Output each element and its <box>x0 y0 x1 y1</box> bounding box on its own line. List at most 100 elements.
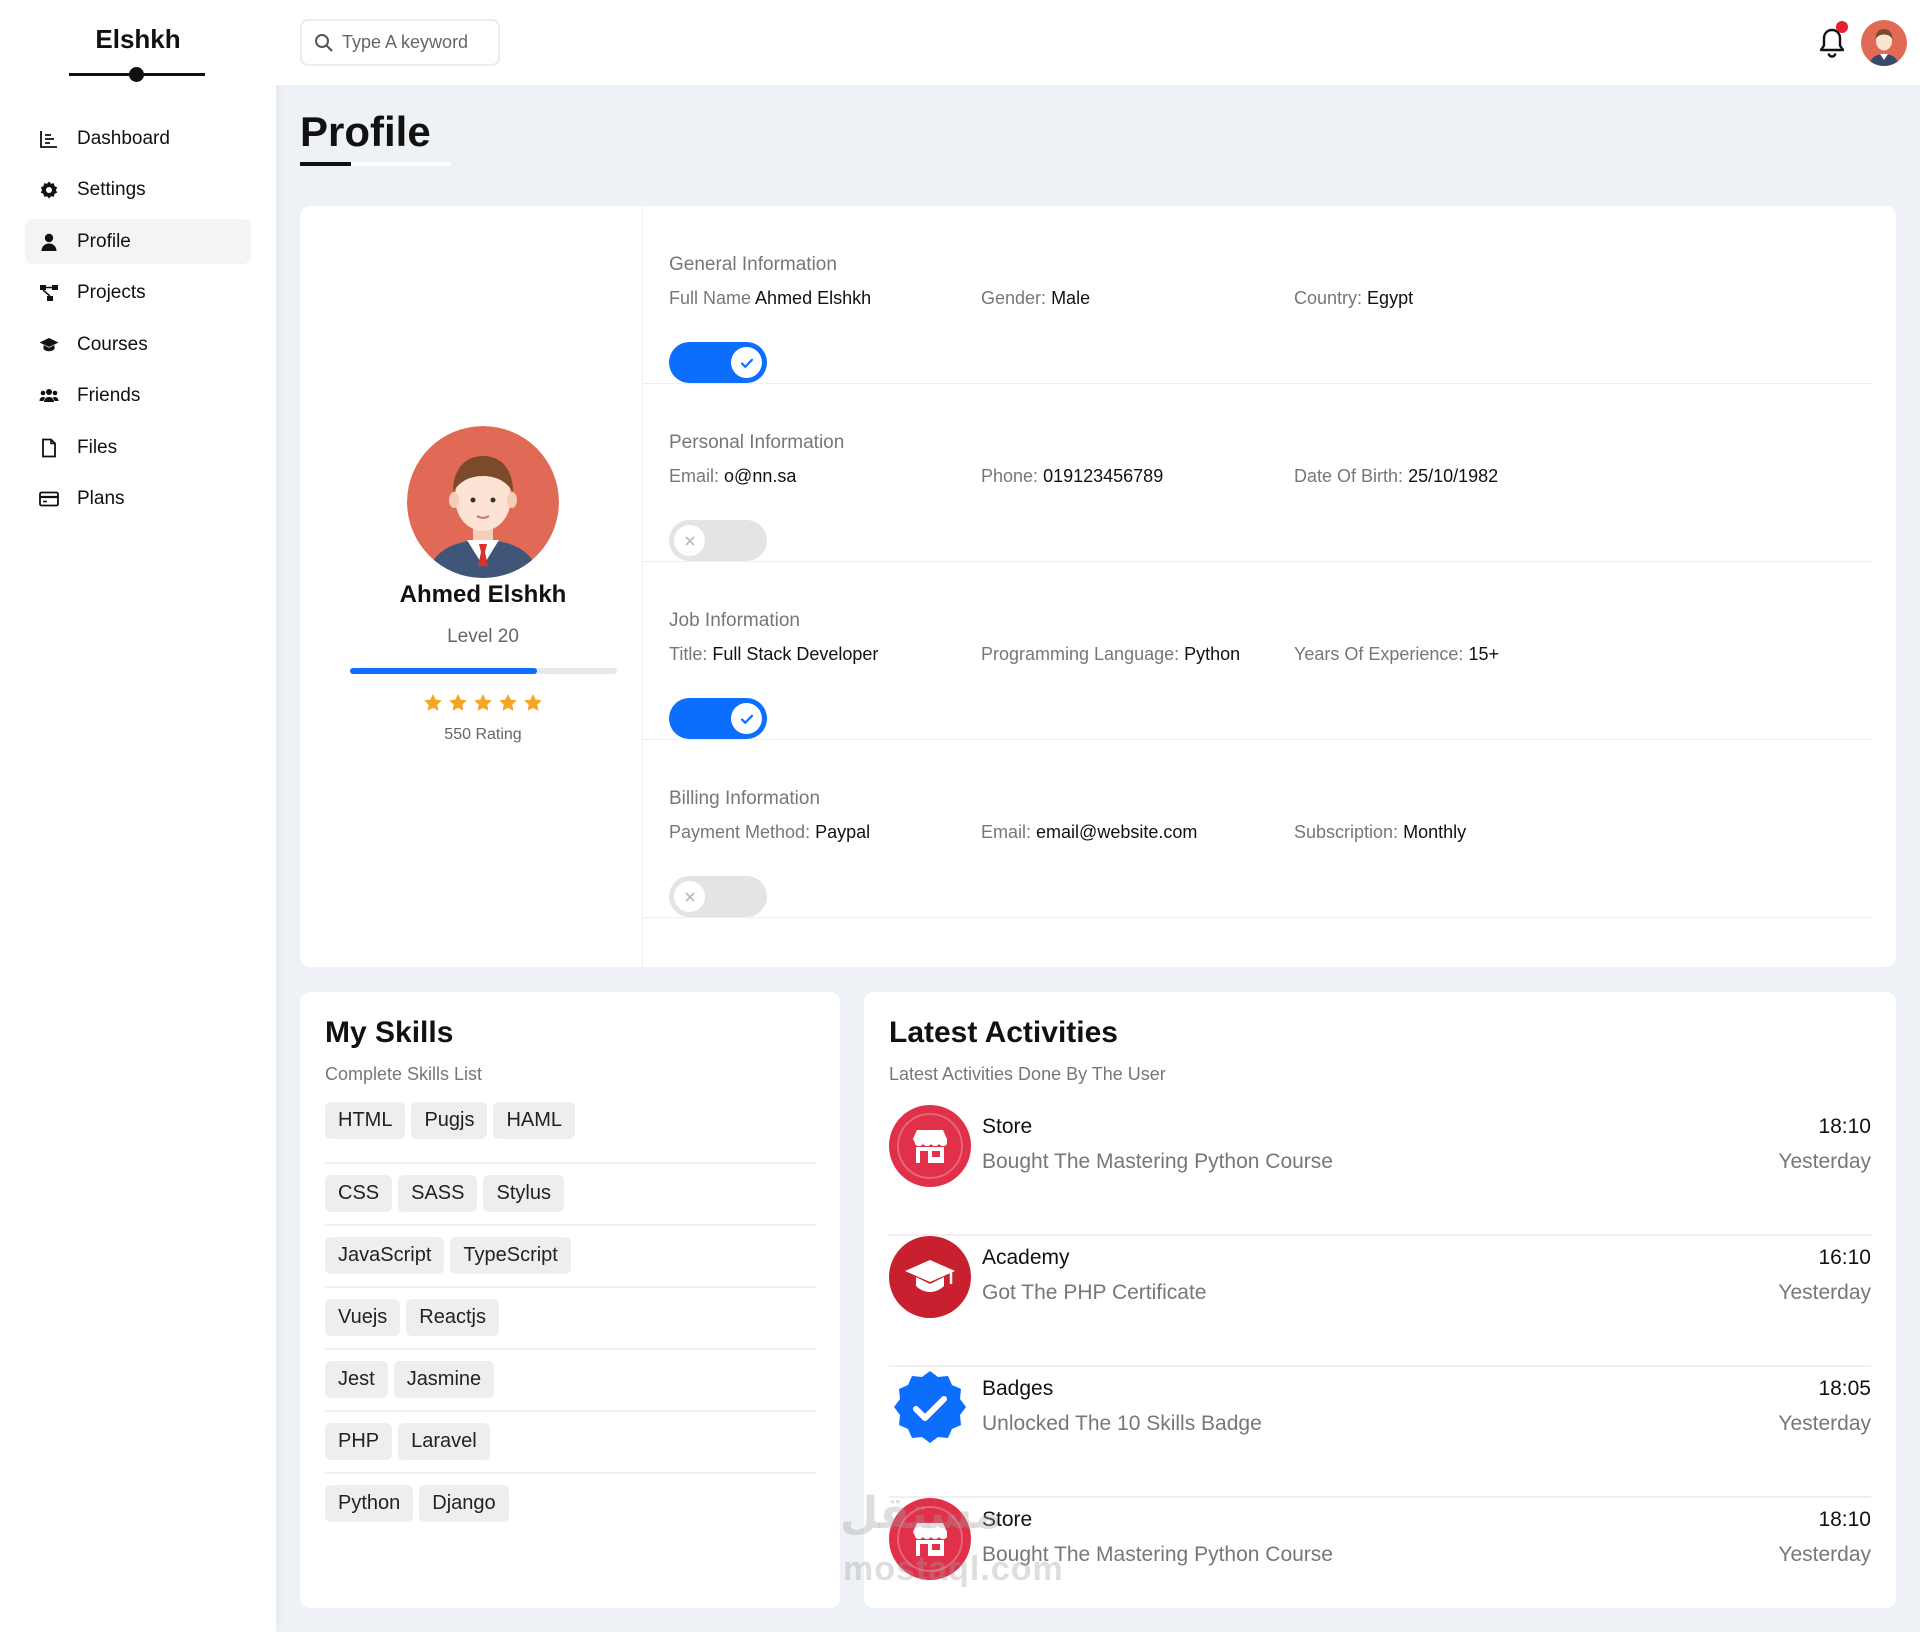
sidebar-item-label: Dashboard <box>77 127 170 149</box>
activities-card: Latest Activities Latest Activities Done… <box>864 992 1896 1608</box>
sidebar-item-friends[interactable]: Friends <box>25 374 251 419</box>
search-box[interactable] <box>300 19 500 66</box>
job-information-toggle[interactable] <box>669 698 767 739</box>
avatar[interactable] <box>1861 20 1907 66</box>
skill-chip: Jasmine <box>393 1361 495 1398</box>
brand-divider-dot <box>129 67 144 82</box>
title-underline-accent <box>300 162 351 166</box>
star-icon <box>498 693 518 718</box>
skill-chip: PHP <box>325 1423 393 1460</box>
activity-item: Store Bought The Mastering Python Course 1… <box>889 1105 1871 1236</box>
skill-chip: Django <box>419 1485 509 1522</box>
diagram-icon <box>39 283 59 303</box>
payment-method-field: Payment Method: Paypal <box>669 822 871 842</box>
check-icon <box>731 703 762 734</box>
check-icon <box>731 347 762 378</box>
skill-chip: Vuejs <box>325 1299 401 1336</box>
skills-row: JavaScript TypeScript <box>325 1226 816 1288</box>
sidebar-item-label: Friends <box>77 385 141 406</box>
skill-chip: Reactjs <box>406 1299 499 1336</box>
store-icon <box>889 1105 971 1187</box>
skills-row: Vuejs Reactjs <box>325 1288 816 1350</box>
sidebar-item-dashboard[interactable]: Dashboard <box>25 116 251 161</box>
skills-row: CSS SASS Stylus <box>325 1164 816 1226</box>
sidebar: Elshkh Dashboard Settings Profile Projec <box>0 0 276 1632</box>
x-icon <box>674 881 705 912</box>
star-icon <box>423 693 443 718</box>
activity-time: 18:10 <box>1818 1508 1871 1531</box>
profile-summary: Ahmed Elshkh Level 20 550 Rating <box>300 206 642 967</box>
topbar <box>276 0 1920 85</box>
phone-field: Phone: 019123456789 <box>981 466 1164 486</box>
gear-icon <box>39 180 59 200</box>
user-icon <box>39 232 59 252</box>
activity-time: 18:10 <box>1818 1115 1871 1138</box>
skill-chip: Laravel <box>398 1423 490 1460</box>
activity-item: Academy Got The PHP Certificate 16:10 Yeste… <box>889 1236 1871 1367</box>
activity-day: Yesterday <box>1778 1412 1871 1435</box>
activity-title: Academy <box>982 1246 1070 1269</box>
activity-description: Got The PHP Certificate <box>982 1281 1207 1304</box>
sidebar-item-label: Projects <box>77 282 146 303</box>
level-progress-bar <box>350 668 617 674</box>
sidebar-nav: Dashboard Settings Profile Projects Cour… <box>25 116 251 528</box>
sidebar-item-projects[interactable]: Projects <box>25 271 251 316</box>
graduation-cap-icon <box>39 335 59 355</box>
email-field: Email: o@nn.sa <box>669 466 797 486</box>
general-information-section: General Information Full Name Ahmed Elsh… <box>643 206 1873 384</box>
verified-badge-icon <box>889 1367 971 1449</box>
sidebar-item-label: Profile <box>77 230 131 252</box>
profile-card: Ahmed Elshkh Level 20 550 Rating General… <box>300 206 1896 967</box>
skills-row: Python Django <box>325 1474 816 1536</box>
x-icon <box>674 525 705 556</box>
section-title: Job Information <box>669 610 800 631</box>
date-of-birth-field: Date Of Birth: 25/10/1982 <box>1294 466 1499 486</box>
billing-information-section: Billing Information Payment Method: Payp… <box>643 740 1873 918</box>
brand-logo: Elshkh <box>95 24 181 54</box>
star-icon <box>523 693 543 718</box>
skills-title: My Skills <box>325 1016 454 1049</box>
personal-information-toggle[interactable] <box>669 520 767 561</box>
activity-time: 18:05 <box>1818 1377 1871 1400</box>
sidebar-item-courses[interactable]: Courses <box>25 322 251 367</box>
gender-field: Gender: Male <box>981 288 1091 308</box>
billing-email-field: Email: email@website.com <box>981 822 1198 842</box>
skill-chip: Python <box>325 1485 414 1522</box>
info-sections: General Information Full Name Ahmed Elsh… <box>642 206 1873 967</box>
star-icon <box>473 693 493 718</box>
profile-name: Ahmed Elshkh <box>399 581 567 608</box>
watermark-latin: mostaql.com <box>843 1550 1064 1588</box>
profile-avatar <box>407 426 559 578</box>
job-information-section: Job Information Title: Full Stack Develo… <box>643 562 1873 740</box>
activity-time: 16:10 <box>1818 1246 1871 1269</box>
subscription-field: Subscription: Monthly <box>1294 822 1467 842</box>
sidebar-item-settings[interactable]: Settings <box>25 168 251 213</box>
programming-language-field: Programming Language: Python <box>981 644 1241 664</box>
activity-title: Store <box>982 1115 1033 1138</box>
skill-chip: Stylus <box>483 1175 564 1212</box>
activity-day: Yesterday <box>1778 1543 1871 1566</box>
sidebar-item-label: Files <box>77 436 118 458</box>
activity-day: Yesterday <box>1778 1150 1871 1173</box>
skill-chip: Pugjs <box>411 1102 488 1139</box>
credit-card-icon <box>39 489 59 509</box>
notification-badge <box>1836 21 1848 33</box>
skills-list: HTML Pugjs HAML CSS SASS Stylus JavaScript Type… <box>325 1102 816 1536</box>
sidebar-item-profile[interactable]: Profile <box>25 219 251 264</box>
rating-stars <box>423 693 543 718</box>
activities-subtitle: Latest Activities Done By The User <box>889 1064 1166 1084</box>
skills-row: Jest Jasmine <box>325 1350 816 1412</box>
rating-count: 550 Rating <box>444 726 522 743</box>
sidebar-item-plans[interactable]: Plans <box>25 477 251 522</box>
general-information-toggle[interactable] <box>669 342 767 383</box>
file-icon <box>39 438 59 458</box>
section-title: General Information <box>669 254 837 275</box>
billing-information-toggle[interactable] <box>669 876 767 917</box>
skills-subtitle: Complete Skills List <box>325 1064 483 1084</box>
search-input[interactable] <box>342 32 482 53</box>
section-title: Personal Information <box>669 432 845 453</box>
activity-description: Bought The Mastering Python Course <box>982 1150 1333 1173</box>
personal-information-section: Personal Information Email: o@nn.sa Phon… <box>643 384 1873 562</box>
graduation-cap-icon <box>889 1236 971 1318</box>
sidebar-item-files[interactable]: Files <box>25 425 251 470</box>
